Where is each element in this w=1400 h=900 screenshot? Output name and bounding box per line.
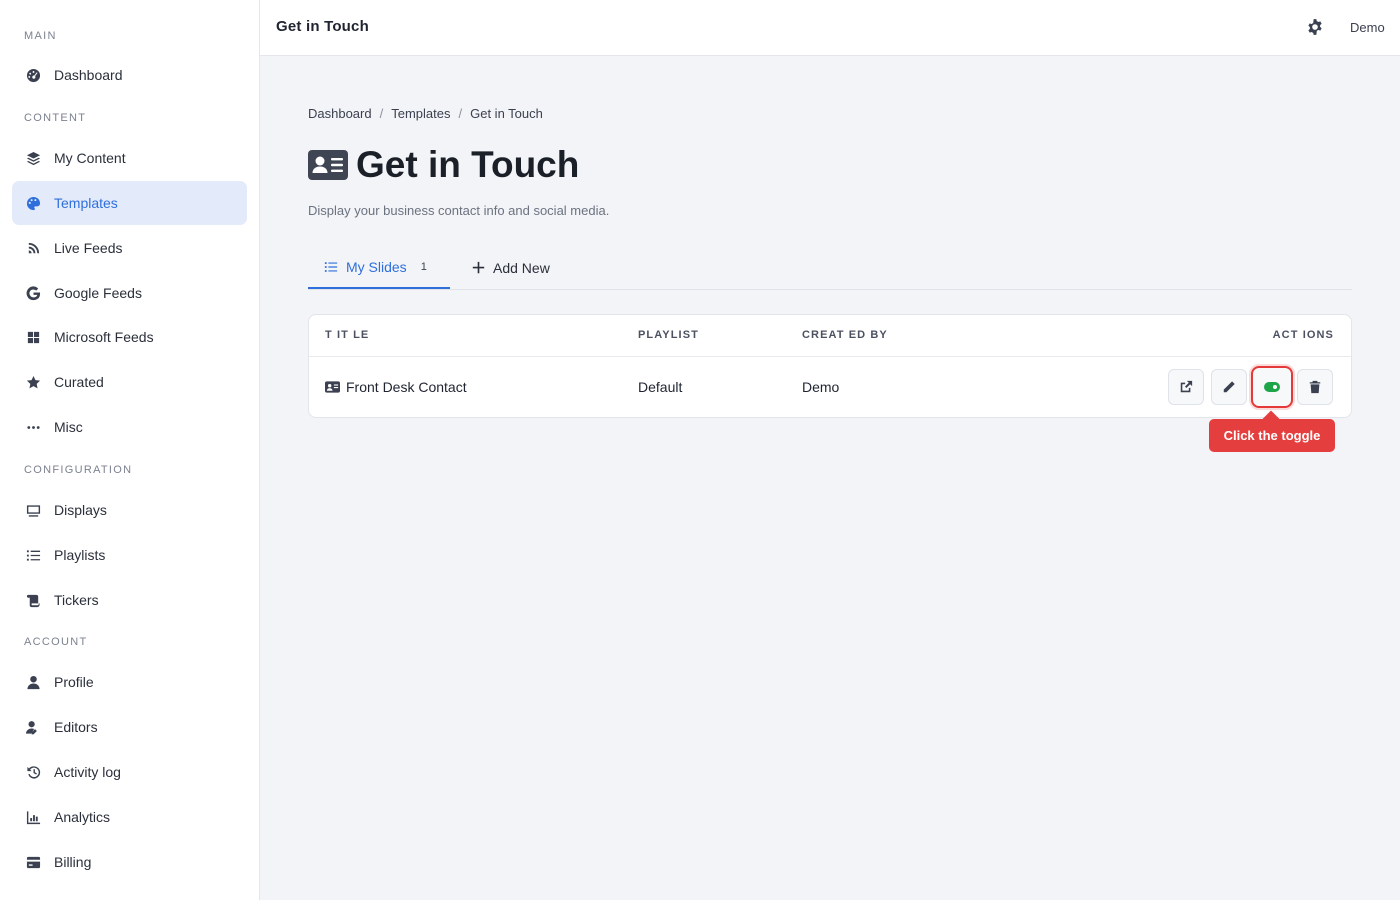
breadcrumb-current: Get in Touch: [470, 106, 543, 121]
history-icon: [24, 763, 42, 781]
sidebar-item-label: Google Feeds: [54, 285, 142, 301]
row-playlist: Default: [638, 379, 683, 395]
tab-my-slides[interactable]: My Slides 1: [308, 246, 450, 289]
sidebar-item-label: Misc: [54, 419, 83, 435]
list-icon: [24, 546, 42, 564]
windows-icon: [24, 328, 42, 346]
contact-card-icon: [325, 381, 340, 393]
toggle-on-icon: [1264, 382, 1280, 392]
user-edit-icon: [24, 718, 42, 736]
tab-label: My Slides: [346, 258, 407, 275]
topbar-title: Get in Touch: [276, 18, 369, 35]
column-header-actions: ACT IONS: [1272, 329, 1334, 341]
sidebar-item-profile[interactable]: Profile: [12, 660, 247, 704]
table-row: Front Desk Contact Default Demo: [309, 357, 1351, 418]
page-title: Get in Touch: [308, 144, 579, 186]
sidebar-item-analytics[interactable]: Analytics: [12, 795, 247, 839]
plus-icon: [472, 261, 485, 274]
column-header-playlist: PLAYLIST: [638, 329, 699, 341]
monitor-icon: [24, 501, 42, 519]
gear-icon[interactable]: [1306, 18, 1326, 38]
row-title: Front Desk Contact: [346, 379, 467, 395]
sidebar-item-misc[interactable]: Misc: [12, 405, 247, 449]
sidebar-item-label: Templates: [54, 195, 118, 211]
sidebar-item-templates[interactable]: Templates: [12, 181, 247, 225]
table-header: T IT LE PLAYLIST CREAT ED BY ACT IONS: [309, 315, 1351, 357]
breadcrumb-dashboard[interactable]: Dashboard: [308, 106, 372, 121]
layers-icon: [24, 149, 42, 167]
sidebar: MAIN Dashboard CONTENT My Content Templa…: [0, 0, 260, 900]
toggle-active-button[interactable]: [1251, 366, 1293, 408]
breadcrumb-separator: /: [458, 106, 463, 121]
chart-icon: [24, 808, 42, 826]
trash-icon: [1309, 380, 1321, 394]
hint-tooltip: Click the toggle: [1209, 419, 1335, 452]
page-subtitle: Display your business contact info and s…: [308, 203, 610, 218]
sidebar-item-microsoft-feeds[interactable]: Microsoft Feeds: [12, 315, 247, 359]
palette-icon: [24, 194, 42, 212]
breadcrumb-separator: /: [379, 106, 384, 121]
slides-table: T IT LE PLAYLIST CREAT ED BY ACT IONS Fr…: [308, 314, 1352, 418]
column-header-title: T IT LE: [325, 329, 370, 341]
user-menu[interactable]: Demo: [1350, 20, 1385, 35]
delete-button[interactable]: [1297, 369, 1333, 405]
sidebar-item-label: Displays: [54, 502, 107, 518]
sidebar-item-tickers[interactable]: Tickers: [12, 578, 247, 622]
page-heading: Get in Touch: [356, 144, 580, 185]
section-label-main: MAIN: [24, 30, 57, 42]
column-header-created-by: CREAT ED BY: [802, 329, 888, 341]
satellite-icon: [24, 239, 42, 257]
breadcrumb-templates[interactable]: Templates: [391, 106, 450, 121]
sidebar-item-label: Live Feeds: [54, 240, 123, 256]
sidebar-item-billing[interactable]: Billing: [12, 840, 247, 884]
sidebar-item-label: Billing: [54, 854, 92, 870]
sidebar-item-dashboard[interactable]: Dashboard: [12, 53, 247, 97]
contact-card-icon: [308, 149, 348, 181]
sidebar-item-label: Curated: [54, 374, 104, 390]
sidebar-item-label: Playlists: [54, 547, 106, 563]
credit-card-icon: [24, 853, 42, 871]
sidebar-item-editors[interactable]: Editors: [12, 705, 247, 749]
sidebar-item-google-feeds[interactable]: Google Feeds: [12, 271, 247, 315]
sidebar-item-label: Editors: [54, 719, 98, 735]
tab-add-new[interactable]: Add New: [472, 246, 550, 289]
star-icon: [24, 373, 42, 391]
sidebar-item-label: Profile: [54, 674, 94, 690]
edit-button[interactable]: [1211, 369, 1247, 405]
scroll-icon: [24, 591, 42, 609]
user-icon: [24, 673, 42, 691]
sidebar-item-displays[interactable]: Displays: [12, 488, 247, 532]
sidebar-item-label: Analytics: [54, 809, 111, 825]
sidebar-item-live-feeds[interactable]: Live Feeds: [12, 226, 247, 270]
tabs: My Slides 1 Add New: [308, 246, 1352, 290]
sidebar-item-activity-log[interactable]: Activity log: [12, 750, 247, 794]
open-external-button[interactable]: [1168, 369, 1204, 405]
topbar: Get in Touch Demo: [260, 0, 1400, 56]
tab-count-badge: 1: [420, 260, 427, 273]
section-label-account: ACCOUNT: [24, 636, 88, 648]
breadcrumb: Dashboard / Templates / Get in Touch: [308, 106, 543, 121]
google-icon: [24, 284, 42, 302]
sidebar-item-curated[interactable]: Curated: [12, 360, 247, 404]
sidebar-item-label: Tickers: [54, 592, 99, 608]
sidebar-item-label: Microsoft Feeds: [54, 329, 154, 345]
tab-label: Add New: [493, 259, 550, 276]
sidebar-item-label: Dashboard: [54, 67, 123, 83]
pencil-icon: [1223, 381, 1235, 393]
sidebar-item-label: My Content: [54, 150, 126, 166]
row-created-by: Demo: [802, 379, 840, 395]
section-label-content: CONTENT: [24, 112, 87, 124]
ellipsis-icon: [24, 418, 42, 436]
sidebar-item-playlists[interactable]: Playlists: [12, 533, 247, 577]
list-icon: [324, 261, 338, 272]
dashboard-icon: [24, 66, 42, 84]
tooltip-text: Click the toggle: [1223, 428, 1321, 443]
section-label-configuration: CONFIGURATION: [24, 464, 133, 476]
sidebar-item-my-content[interactable]: My Content: [12, 136, 247, 180]
sidebar-item-label: Activity log: [54, 764, 121, 780]
row-title-cell: Front Desk Contact: [325, 379, 467, 395]
external-link-icon: [1180, 380, 1193, 393]
